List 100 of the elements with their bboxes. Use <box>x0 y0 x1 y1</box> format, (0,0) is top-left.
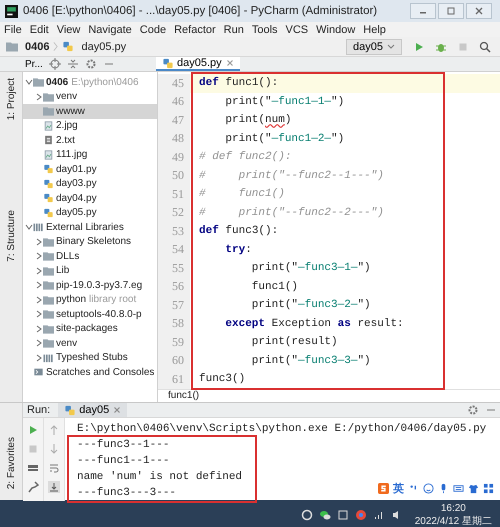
menu-item[interactable]: Help <box>363 24 386 36</box>
line-number: 45 <box>158 74 190 92</box>
tree-item[interactable]: 111.jpg <box>23 148 157 162</box>
smiley-icon[interactable] <box>423 483 434 494</box>
close-icon[interactable] <box>226 59 234 67</box>
code-line: print("—func1—1—") <box>224 96 344 108</box>
run-tab[interactable]: day05 <box>58 403 128 417</box>
tree-item[interactable]: Typeshed Stubs <box>23 350 157 365</box>
library-icon <box>33 222 44 232</box>
grid-icon[interactable] <box>483 483 494 494</box>
library-icon <box>43 352 54 363</box>
tree-item[interactable]: wwww <box>23 104 157 118</box>
menu-item[interactable]: Run <box>224 24 244 36</box>
menu-item[interactable]: Tools <box>252 24 278 36</box>
line-number: 46 <box>158 92 190 111</box>
console-line: ---func3---3--- <box>77 486 176 501</box>
tree-item[interactable]: DLLs <box>23 249 157 264</box>
line-number: 48 <box>158 130 190 148</box>
soft-wrap-icon[interactable] <box>48 462 60 474</box>
menu-item[interactable]: File <box>4 24 22 36</box>
code-line: # func1() <box>198 188 285 200</box>
layout-icon[interactable] <box>27 462 39 474</box>
python-file-icon <box>64 404 76 416</box>
tool-window-tab[interactable]: 7: Structure <box>6 210 16 262</box>
chevron-icon <box>53 41 58 52</box>
code-line: # print("--func2--2---") <box>198 206 384 219</box>
tree-item[interactable]: day04.py <box>23 191 157 206</box>
tree-item[interactable]: day03.py <box>23 176 157 191</box>
tree-item[interactable]: 0406 E:\python\0406 <box>23 75 157 90</box>
tree-item[interactable]: python library root <box>23 292 157 307</box>
code-line: print(result) <box>250 336 338 348</box>
menu-item[interactable]: Code <box>140 24 166 36</box>
close-icon <box>474 6 484 16</box>
python-file-icon <box>43 178 54 189</box>
console-icon <box>33 367 44 378</box>
breadcrumb[interactable]: 0406 <box>25 40 50 52</box>
window-icon[interactable] <box>336 509 349 521</box>
tree-item[interactable]: setuptools-40.8.0-p <box>23 307 157 322</box>
network-icon[interactable] <box>372 509 385 521</box>
window-title: 0406 [E:\python\0406] - ...\day05.py [0406] - PyCharm (Administrator) <box>23 5 378 17</box>
menu-item[interactable]: View <box>56 24 80 36</box>
close-button[interactable] <box>466 3 492 19</box>
code-line: except Exception as result: <box>224 318 404 330</box>
image-file-icon <box>43 150 54 160</box>
line-number: 51 <box>158 185 190 204</box>
line-number: 58 <box>158 314 190 333</box>
tree-item[interactable]: venv <box>23 336 157 350</box>
console-line: ---func1--1--- <box>77 454 170 469</box>
run-config-dropdown[interactable]: day05 <box>346 38 402 54</box>
project-view-dropdown[interactable]: Pr... <box>22 58 46 70</box>
breadcrumb[interactable]: day05.py <box>81 40 126 52</box>
folder-icon <box>33 77 44 88</box>
tree-item[interactable]: day05.py <box>23 206 157 220</box>
menu-item[interactable]: Navigate <box>88 24 132 36</box>
settings-icon[interactable] <box>84 58 97 70</box>
tree-item[interactable]: 2.jpg <box>23 118 157 133</box>
code-line: func3() <box>198 373 246 386</box>
tree-item[interactable]: 2.txt <box>23 133 157 148</box>
scroll-to-end-icon[interactable] <box>48 481 60 493</box>
ime-mode[interactable]: 英 <box>393 481 404 496</box>
keyboard-icon[interactable] <box>453 483 464 494</box>
target-icon[interactable] <box>48 58 61 70</box>
tree-item[interactable]: day01.py <box>23 162 157 176</box>
tree-item[interactable]: venv <box>23 90 157 104</box>
caret-icon <box>387 42 395 50</box>
menu-item[interactable]: Window <box>316 24 356 36</box>
image-file-icon <box>43 120 54 131</box>
breadcrumb[interactable]: func1() <box>168 390 200 402</box>
ime-logo-icon[interactable] <box>378 483 389 494</box>
tool-window-tab[interactable]: 1: Project <box>6 78 16 120</box>
app-tray-icon[interactable] <box>300 509 313 521</box>
play-icon[interactable] <box>27 424 39 436</box>
line-number: 49 <box>158 148 190 166</box>
tree-item[interactable]: Scratches and Consoles <box>23 365 157 380</box>
text-file-icon <box>43 135 54 146</box>
code-line: print("—func3—1—") <box>250 262 371 274</box>
menu-item[interactable]: Refactor <box>174 24 216 36</box>
chat-icon[interactable] <box>318 509 331 521</box>
browser-icon[interactable] <box>354 509 367 521</box>
tree-item[interactable]: site-packages <box>23 322 157 336</box>
clock[interactable]: 16:20 2022/4/12 星期二 <box>414 502 492 527</box>
editor-tab[interactable]: day05.py <box>156 57 240 71</box>
tree-item[interactable]: Binary Skeletons <box>23 234 157 249</box>
close-icon[interactable] <box>113 406 122 414</box>
settings-icon[interactable] <box>467 404 479 416</box>
minimize-button[interactable] <box>410 3 436 19</box>
maximize-button[interactable] <box>438 3 464 19</box>
tree-item[interactable]: pip-19.0.3-py3.7.eg <box>23 278 157 292</box>
path-hint: library root <box>89 294 136 306</box>
tree-item[interactable]: Lib <box>23 264 157 278</box>
python-file-icon <box>43 164 54 174</box>
tree-item[interactable]: External Libraries <box>23 220 157 234</box>
folder-icon <box>43 280 54 290</box>
folder-icon <box>43 236 54 247</box>
shirt-icon[interactable] <box>468 483 479 494</box>
menu-item[interactable]: VCS <box>286 24 308 36</box>
menu-item[interactable]: Edit <box>30 24 49 36</box>
search-icon[interactable] <box>479 40 491 52</box>
collapse-icon[interactable] <box>66 58 79 70</box>
folder-icon <box>43 324 54 334</box>
